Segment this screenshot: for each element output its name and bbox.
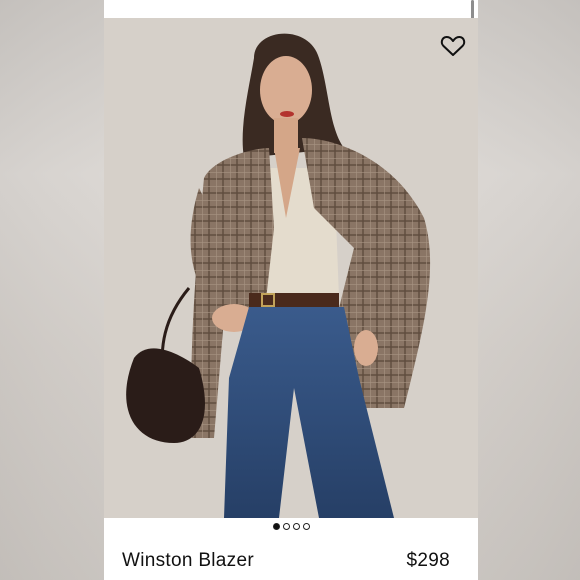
pager-dot[interactable] [292, 523, 300, 530]
product-card: Winston Blazer $298 [104, 0, 478, 580]
pager-dot[interactable] [282, 523, 290, 530]
pager-dot[interactable] [302, 523, 310, 530]
background-blur-left [0, 0, 104, 580]
model-illustration [104, 18, 478, 518]
product-name[interactable]: Winston Blazer [122, 550, 254, 572]
product-photo[interactable] [104, 18, 478, 518]
image-pager [104, 523, 478, 530]
favorite-heart-icon[interactable] [440, 34, 466, 58]
product-price: $298 [406, 550, 450, 571]
background-blur-right [476, 0, 580, 580]
pager-dot[interactable] [272, 523, 280, 530]
